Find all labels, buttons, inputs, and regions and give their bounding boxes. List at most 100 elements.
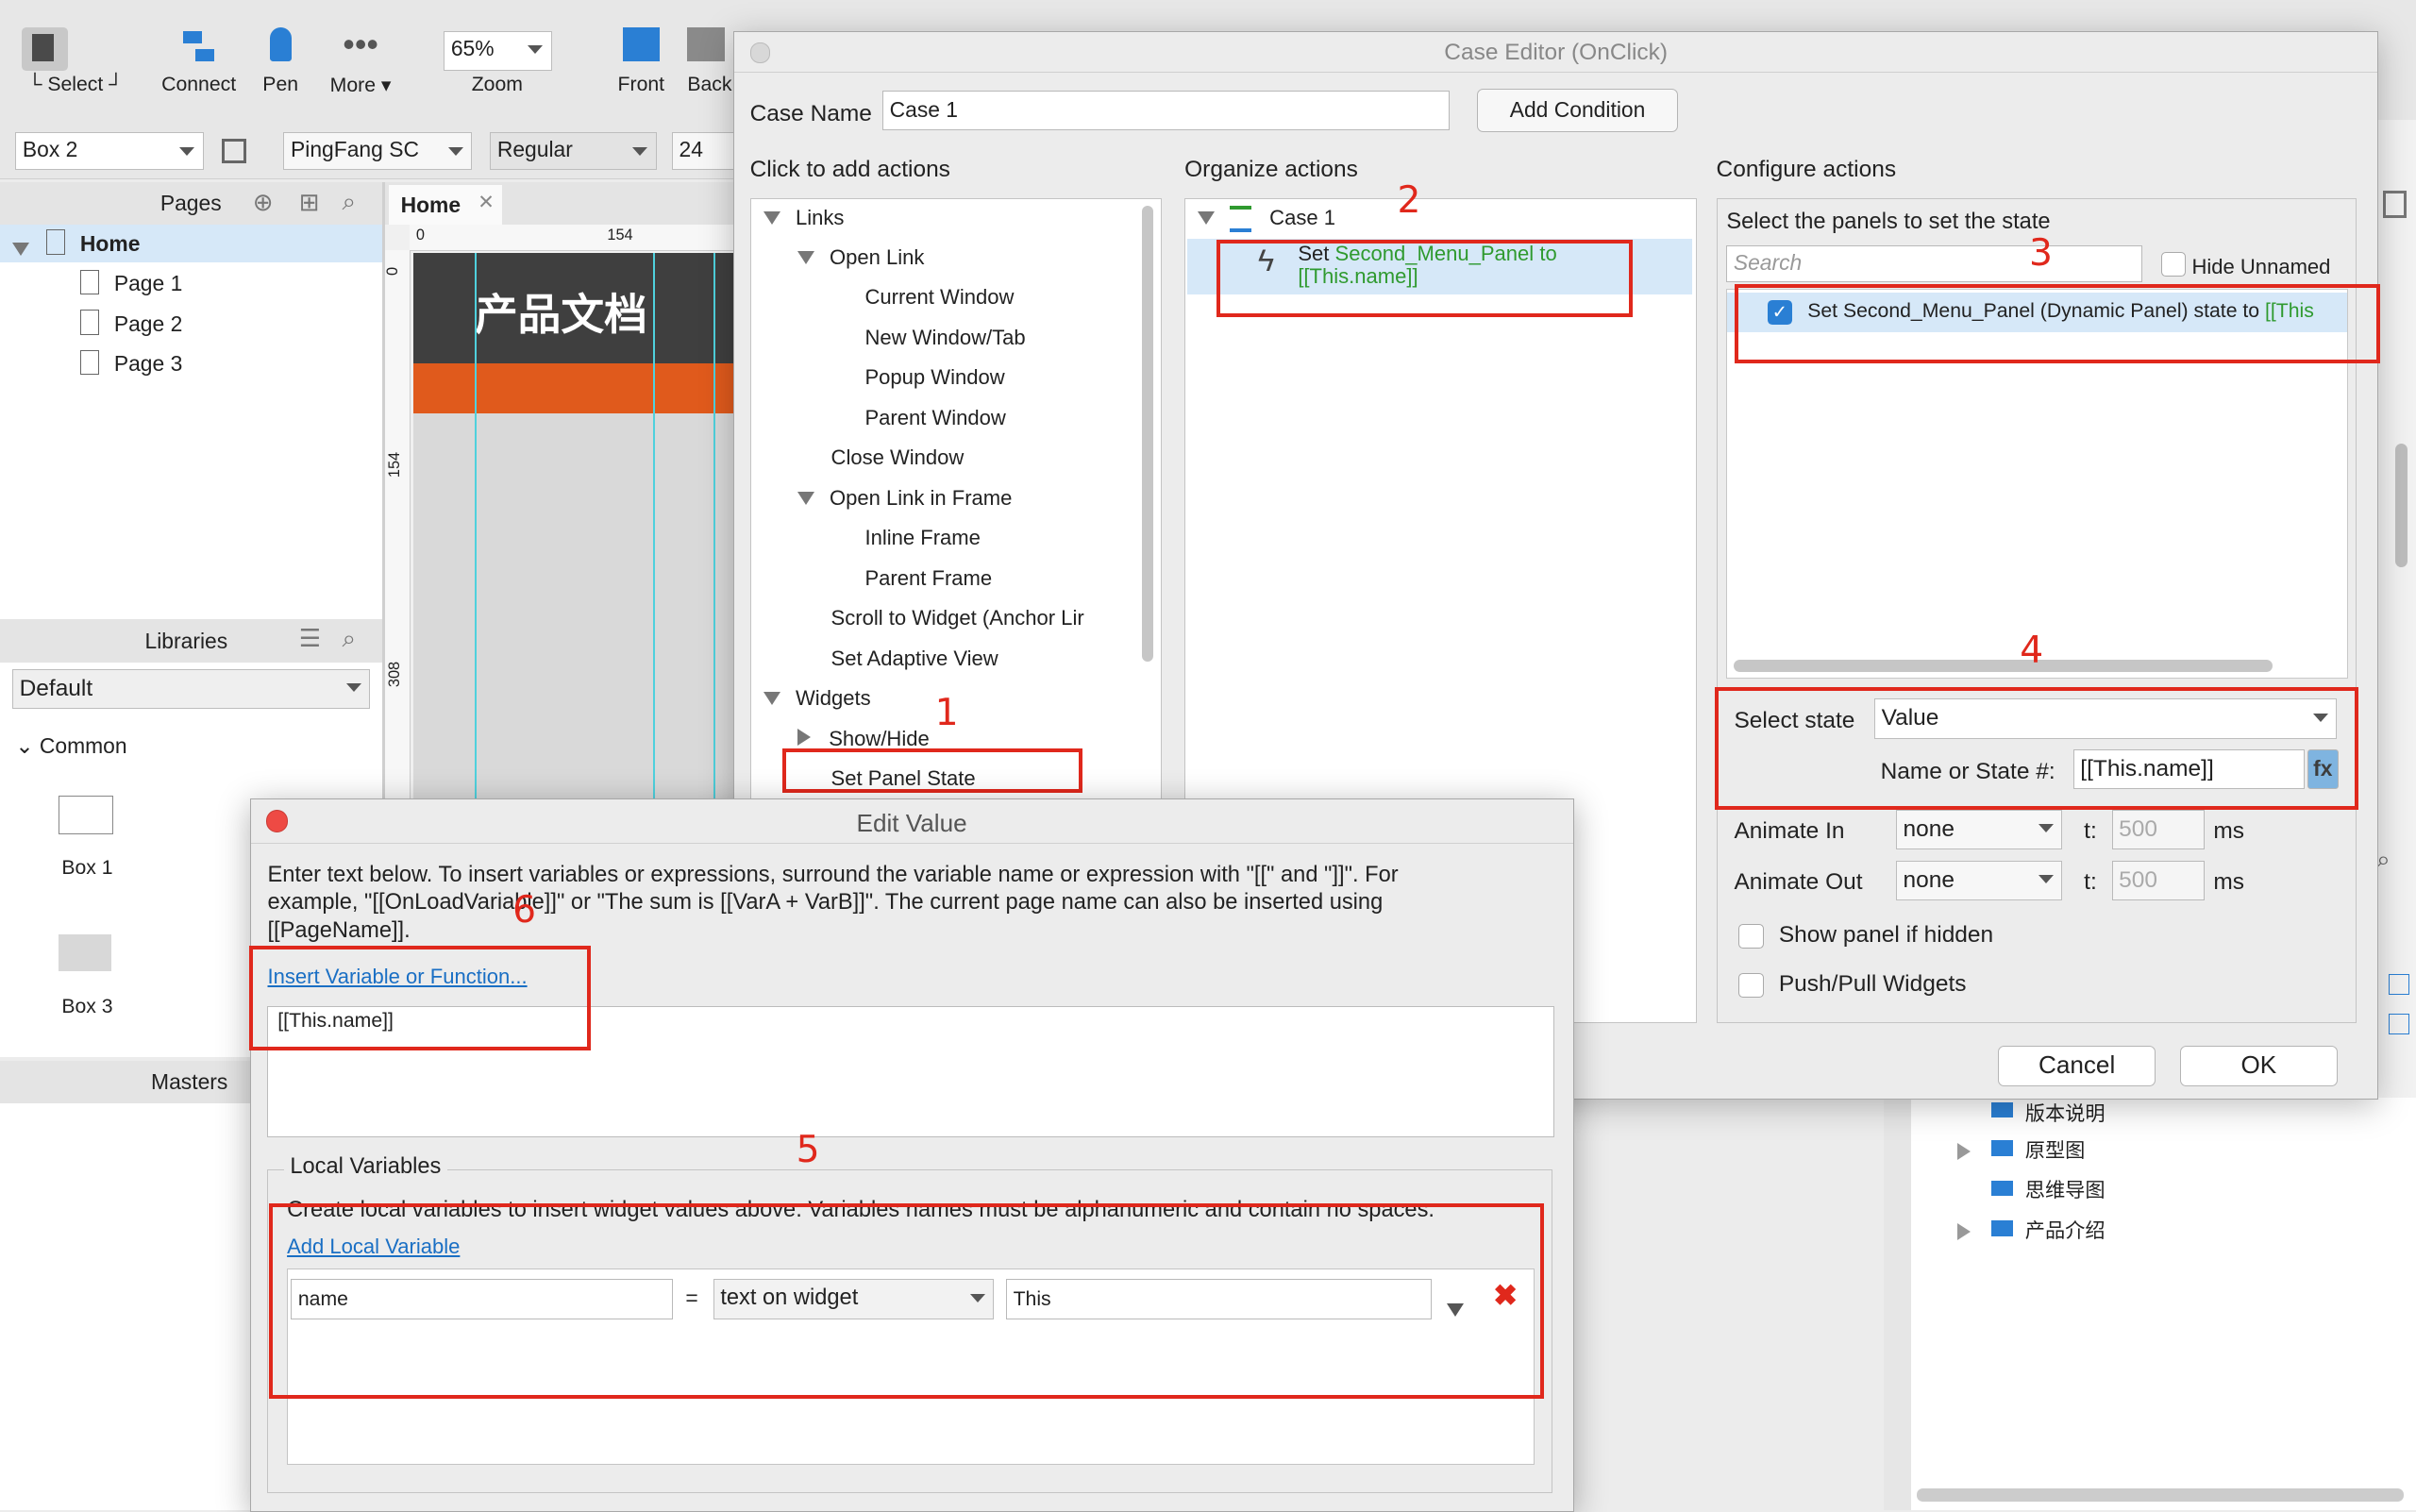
zoom-select[interactable]: 65% [444,30,552,72]
libraries-title: Libraries [144,629,228,654]
scrollbar[interactable] [2394,444,2408,567]
common-section-label: Common [39,733,127,759]
bring-front-icon [622,27,660,62]
pen-label: Pen [262,74,299,96]
box1-widget[interactable] [59,795,113,834]
back-label: Back [687,74,732,96]
checkbox-icon[interactable] [2389,974,2409,995]
chevron-down-icon [345,683,361,692]
action-scroll-to-widget[interactable]: Scroll to Widget (Anchor Lir [831,606,1084,630]
horizontal-scrollbar[interactable] [1917,1488,2405,1502]
tab-home[interactable]: Home ✕ [388,184,503,226]
hide-unnamed-checkbox[interactable] [2160,251,2186,277]
expand-triangle-icon[interactable] [1956,1137,1971,1167]
annotation-number-3: 3 [2029,231,2053,275]
front-tool[interactable]: Front [611,27,672,105]
action-current-window[interactable]: Current Window [864,285,1014,310]
actions-scrollbar[interactable] [1142,205,1153,662]
outline-item[interactable]: 产品介绍 [1911,1215,2405,1249]
panel-search-input[interactable]: Search [1726,245,2143,283]
action-group-open-link[interactable]: Open Link [797,245,924,270]
add-page-icon[interactable]: ⊕ [253,188,274,217]
page-item-3[interactable]: Page 3 [0,345,382,382]
action-popup-window[interactable]: Popup Window [864,365,1004,390]
back-tool[interactable]: Back [687,27,733,105]
connect-tool[interactable]: Connect [158,27,241,105]
library-select[interactable]: Default [12,668,370,710]
font-family-select[interactable]: PingFang SC [283,132,472,170]
annotation-number-6: 6 [512,888,537,932]
case-item[interactable]: Case 1 [1198,206,1335,232]
ruler-left-0: 0 [385,266,401,276]
close-icon[interactable]: ✕ [478,191,495,214]
pen-icon [269,27,292,62]
action-parent-window[interactable]: Parent Window [864,406,1005,430]
add-folder-icon[interactable]: ⊞ [299,188,320,217]
animate-in-select[interactable]: none [1895,809,2063,850]
font-family-value: PingFang SC [291,137,419,162]
action-inline-frame[interactable]: Inline Frame [864,526,980,550]
outline-item[interactable]: 思维导图 [1911,1174,2405,1208]
action-close-window[interactable]: Close Window [831,445,965,470]
orange-menu-bar[interactable] [412,363,740,413]
action-set-adaptive-view[interactable]: Set Adaptive View [831,647,998,671]
animate-in-label: Animate In [1734,818,1845,845]
page-item-home[interactable]: Home [0,225,382,262]
search-icon[interactable]: ⌕ [2376,845,2391,875]
show-panel-checkbox[interactable] [1738,923,1764,949]
expand-triangle-icon[interactable] [1956,1218,1971,1247]
case-name-label: Case Name [749,101,872,127]
action-label: Open Link in Frame [829,485,1013,510]
cancel-button[interactable]: Cancel [1998,1046,2156,1086]
action-group-links[interactable]: Links [763,206,844,230]
search-icon[interactable]: ⌕ [343,624,357,654]
push-pull-checkbox[interactable] [1738,972,1764,998]
action-group-open-link-frame[interactable]: Open Link in Frame [797,485,1013,511]
annotation-box-4 [1714,686,2359,811]
page-item-1[interactable]: Page 1 [0,265,382,302]
banner[interactable]: 产品文档 [412,252,740,364]
action-parent-frame[interactable]: Parent Frame [864,566,992,591]
page-label-1: Page 1 [113,271,183,296]
hide-unnamed-label: Hide Unnamed [2191,254,2331,278]
animate-in-time-value: 500 [2119,815,2157,842]
col2-title: Organize actions [1184,156,1358,182]
annotation-number-1: 1 [934,691,959,734]
page-item-2[interactable]: Page 2 [0,305,382,342]
pages-tree: Home Page 1 Page 2 Page 3 [0,225,382,620]
edit-value-titlebar: Edit Value [250,799,1573,844]
checkbox-icon[interactable] [2389,1014,2409,1035]
menu-icon[interactable]: ☰ [299,624,321,653]
outline-item[interactable]: 版本说明 [1911,1098,2405,1132]
common-section-toggle[interactable]: ⌄ Common [15,733,126,759]
masters-title: Masters [151,1069,228,1095]
action-group-show-hide[interactable]: Show/Hide [797,727,930,751]
add-condition-button[interactable]: Add Condition [1477,89,1678,132]
animate-out-time-input[interactable]: 500 [2111,860,2205,901]
style-edit-icon[interactable] [222,138,247,164]
expand-triangle-icon[interactable] [12,233,30,262]
widget-name-select[interactable]: Box 2 [15,132,204,170]
animate-out-select[interactable]: none [1895,860,2063,901]
case-name-input[interactable]: Case 1 [882,90,1450,131]
box3-widget[interactable] [59,933,111,971]
action-group-widgets[interactable]: Widgets [763,686,871,711]
outline-item[interactable]: 原型图 [1911,1134,2405,1168]
action-new-window[interactable]: New Window/Tab [864,326,1025,350]
select-tool[interactable]: └ Select ┘ [15,27,139,105]
ok-button[interactable]: OK [2180,1046,2338,1086]
ruler-left-308: 308 [386,662,404,688]
horizontal-scrollbar[interactable] [1733,659,2273,672]
pen-tool[interactable]: Pen [253,27,309,105]
case-icon [1230,205,1251,232]
font-size-select[interactable]: 24 [671,132,740,170]
banner-text: 产品文档 [474,290,647,341]
animate-in-time-input[interactable]: 500 [2111,809,2205,850]
expand-triangle-icon [797,491,814,505]
widget-name-value: Box 2 [22,137,78,162]
right-panel: ⌕ [2373,120,2416,1107]
more-tool[interactable]: ••• More ▾ [327,27,394,105]
font-style-select[interactable]: Regular [490,132,657,170]
font-size-value: 24 [679,137,703,162]
search-icon[interactable]: ⌕ [343,187,357,217]
